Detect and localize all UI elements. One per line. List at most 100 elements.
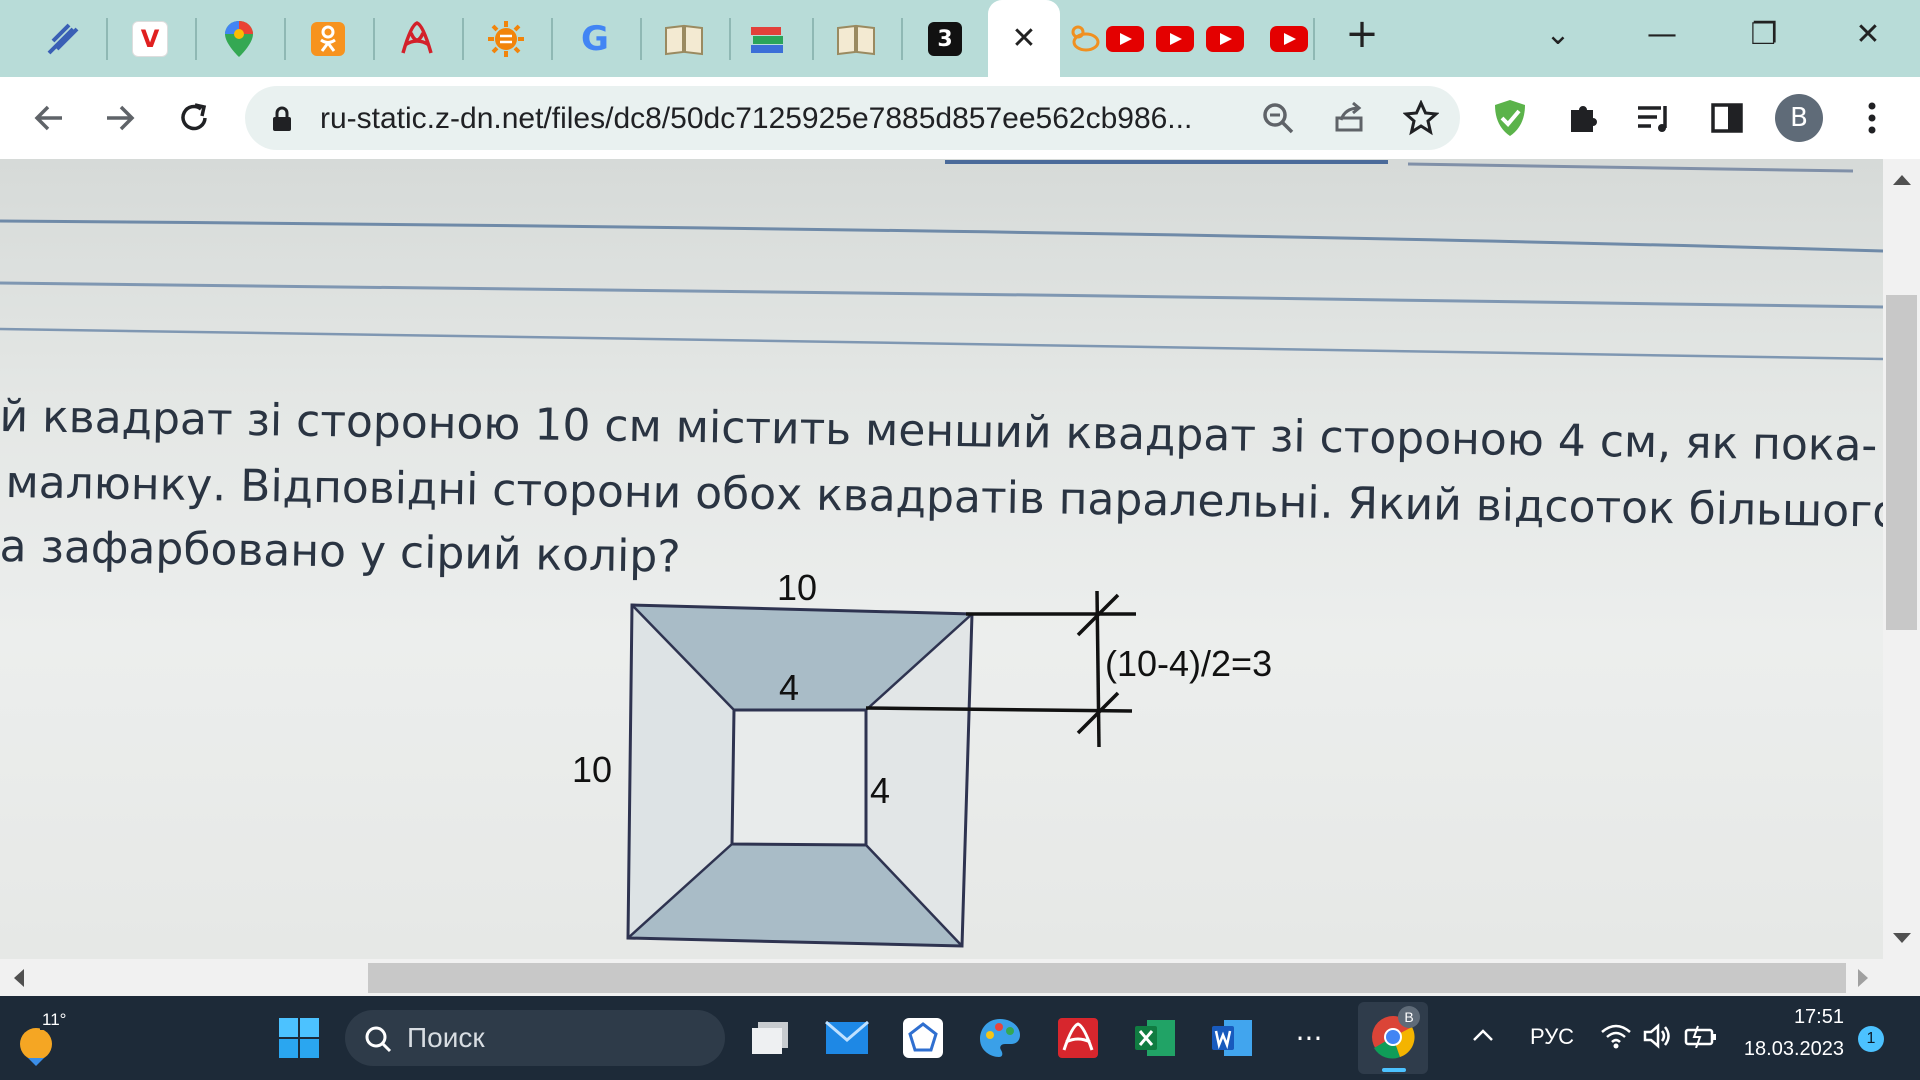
tab-separator xyxy=(729,18,731,60)
url-text[interactable]: ru-static.z-dn.net/files/dc8/50dc7125925… xyxy=(320,102,1192,136)
new-tab-button[interactable]: + xyxy=(1332,11,1392,57)
pin-icon xyxy=(47,23,79,55)
horizontal-scroll-thumb[interactable] xyxy=(368,963,1846,993)
bookmark-star-icon[interactable] xyxy=(1403,100,1439,136)
google-icon: G xyxy=(581,19,609,59)
pdf-reader-app[interactable] xyxy=(1052,1012,1104,1064)
search-placeholder: Поиск xyxy=(407,1022,485,1053)
tab-sun[interactable] xyxy=(471,8,541,70)
notification-badge[interactable]: 1 xyxy=(1858,1026,1884,1052)
shield-check-icon xyxy=(1495,100,1525,136)
tab-odnoklassniki[interactable] xyxy=(293,8,363,70)
vertical-scroll-thumb[interactable] xyxy=(1886,295,1917,630)
mail-icon xyxy=(825,1020,869,1054)
scroll-right-icon[interactable] xyxy=(1858,969,1870,987)
youtube-icon xyxy=(1156,26,1194,52)
paint-app[interactable] xyxy=(974,1012,1026,1064)
youtube-icon xyxy=(1106,26,1144,52)
tab-book-1[interactable] xyxy=(649,8,719,70)
wifi-icon[interactable] xyxy=(1600,1022,1632,1050)
label-inner-top: 4 xyxy=(779,667,800,708)
tab-separator xyxy=(195,18,197,60)
mail-app[interactable] xyxy=(821,1012,873,1064)
start-button[interactable] xyxy=(273,1012,325,1064)
image-viewer: й квадрат зі стороною 10 см містить менш… xyxy=(0,159,1883,959)
tab-active[interactable]: ✕ xyxy=(988,0,1060,77)
photos-app[interactable] xyxy=(897,1012,949,1064)
weather-widget[interactable]: 11° xyxy=(14,1010,74,1070)
zoom-icon[interactable] xyxy=(1260,100,1296,136)
clock-date[interactable]: 18.03.2023 xyxy=(1736,1038,1844,1061)
weather-temp: 11° xyxy=(40,1010,69,1030)
scroll-down-icon[interactable] xyxy=(1893,933,1911,945)
browser-toolbar: ru-static.z-dn.net/files/dc8/50dc7125925… xyxy=(0,77,1920,159)
pdf-reader-icon xyxy=(1058,1018,1098,1058)
tab-youtube-1[interactable] xyxy=(1100,8,1150,70)
tab-google[interactable]: G xyxy=(560,8,630,70)
volume-icon[interactable] xyxy=(1642,1022,1672,1050)
tab-pinned-1[interactable] xyxy=(28,8,98,70)
tab-youtube-2[interactable] xyxy=(1150,8,1200,70)
duck-icon xyxy=(1071,25,1100,52)
chrome-profile-badge: B xyxy=(1398,1006,1420,1028)
tab-separator xyxy=(640,18,642,60)
extensions-button[interactable] xyxy=(1561,96,1605,140)
maps-icon xyxy=(225,21,253,57)
media-control-button[interactable] xyxy=(1632,96,1676,140)
tab-youtube-3[interactable] xyxy=(1200,8,1250,70)
taskbar: 11° Поиск ··· B РУС 17:51 18.03.2023 1 xyxy=(0,996,1920,1080)
tab-separator xyxy=(1313,18,1315,60)
side-panel-button[interactable] xyxy=(1705,96,1749,140)
search-box[interactable]: Поиск xyxy=(345,1010,725,1066)
scroll-left-icon[interactable] xyxy=(12,969,24,987)
book-icon xyxy=(665,24,703,56)
reload-icon xyxy=(181,103,207,131)
address-bar[interactable]: ru-static.z-dn.net/files/dc8/50dc7125925… xyxy=(245,86,1460,150)
task-view-icon xyxy=(752,1022,788,1054)
battery-icon[interactable] xyxy=(1684,1024,1718,1048)
scroll-up-icon[interactable] xyxy=(1893,173,1911,185)
share-icon[interactable] xyxy=(1331,100,1367,136)
tab-maps[interactable] xyxy=(204,8,274,70)
minimize-button[interactable]: — xyxy=(1632,14,1692,54)
tab-books[interactable] xyxy=(732,8,802,70)
tab-vivaldi[interactable]: V xyxy=(115,8,185,70)
excel-icon xyxy=(1135,1020,1175,1056)
tray-overflow-icon[interactable] xyxy=(1472,1028,1494,1042)
book-icon-2 xyxy=(837,24,875,56)
puzzle-icon xyxy=(1571,106,1597,132)
language-indicator[interactable]: РУС xyxy=(1530,1024,1574,1050)
tab-pdf[interactable] xyxy=(382,8,452,70)
windows-icon xyxy=(279,1018,319,1058)
more-apps-button[interactable]: ··· xyxy=(1283,1012,1335,1064)
lock-icon[interactable] xyxy=(271,105,293,133)
photos-icon xyxy=(903,1018,943,1058)
taskview-button[interactable] xyxy=(744,1012,796,1064)
close-tab-icon[interactable]: ✕ xyxy=(1011,21,1036,56)
clock-time[interactable]: 17:51 xyxy=(1760,1006,1844,1029)
tab-separator xyxy=(373,18,375,60)
restore-button[interactable]: ❐ xyxy=(1734,14,1794,54)
back-button[interactable] xyxy=(26,95,72,141)
arrow-right-icon xyxy=(107,105,135,131)
tab-youtube-4[interactable] xyxy=(1264,8,1314,70)
tab-search-dropdown[interactable]: ⌄ xyxy=(1528,14,1588,54)
palette-icon xyxy=(980,1019,1020,1057)
menu-button[interactable] xyxy=(1850,96,1894,140)
squares-diagram xyxy=(626,590,1136,948)
tab-book-2[interactable] xyxy=(821,8,891,70)
youtube-icon xyxy=(1206,26,1244,52)
tab-separator xyxy=(106,18,108,60)
tab-separator xyxy=(462,18,464,60)
close-window-button[interactable]: ✕ xyxy=(1838,14,1898,54)
word-app[interactable] xyxy=(1206,1012,1258,1064)
excel-app[interactable] xyxy=(1129,1012,1181,1064)
tab-znanija[interactable]: 3 xyxy=(910,8,980,70)
reload-button[interactable] xyxy=(171,95,217,141)
profile-avatar[interactable]: B xyxy=(1775,94,1823,142)
pdf-icon xyxy=(401,21,433,54)
more-vert-icon xyxy=(1868,102,1876,134)
adguard-extension[interactable] xyxy=(1488,96,1532,140)
forward-button[interactable] xyxy=(97,95,143,141)
chrome-app[interactable]: B xyxy=(1358,1002,1428,1074)
